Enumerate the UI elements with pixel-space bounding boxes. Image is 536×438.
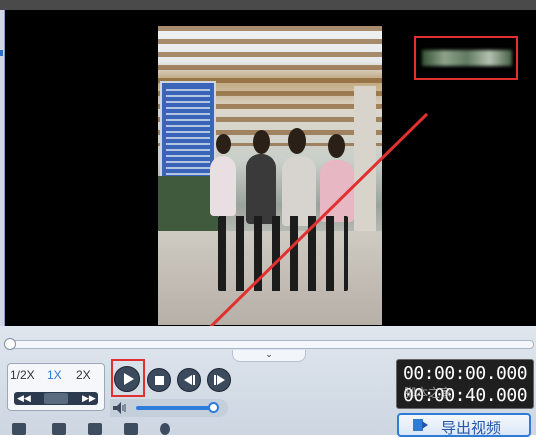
volume-icon[interactable] bbox=[113, 402, 129, 414]
previous-frame-button[interactable] bbox=[177, 368, 201, 392]
speed-slider[interactable]: ◀◀ ▶▶ bbox=[14, 392, 98, 405]
panel-marker bbox=[0, 50, 3, 56]
current-time: 00:00:00.000 bbox=[403, 363, 528, 384]
speed-slider-knob[interactable] bbox=[44, 393, 68, 404]
speed-half[interactable]: 1/2X bbox=[10, 368, 35, 382]
export-icon bbox=[413, 419, 428, 431]
export-video-button[interactable]: 导出视频 bbox=[397, 413, 531, 437]
speed-double[interactable]: 2X bbox=[76, 368, 91, 382]
blurred-watermark bbox=[422, 50, 512, 66]
seek-handle[interactable] bbox=[4, 338, 16, 350]
legs bbox=[218, 216, 348, 291]
crop-icon[interactable] bbox=[124, 423, 138, 435]
stop-button[interactable] bbox=[147, 368, 171, 392]
video-frame bbox=[158, 26, 382, 325]
next-frame-button[interactable] bbox=[207, 368, 231, 392]
folder-icon[interactable] bbox=[52, 423, 66, 435]
collapse-toggle[interactable]: ⌄ bbox=[232, 350, 306, 362]
person-1 bbox=[210, 156, 236, 216]
speed-control: 1/2X 1X 2X ◀◀ ▶▶ bbox=[7, 363, 105, 411]
watermark-highlight bbox=[414, 36, 518, 80]
person-4 bbox=[320, 160, 354, 222]
fast-forward-icon[interactable]: ▶▶ bbox=[82, 392, 96, 405]
title-bar bbox=[0, 0, 536, 10]
save-icon[interactable] bbox=[88, 423, 102, 435]
site-watermark: 脚本之家 bbox=[404, 386, 453, 400]
seek-bar[interactable] bbox=[6, 340, 534, 349]
volume-slider[interactable] bbox=[136, 406, 214, 410]
person-2 bbox=[246, 154, 276, 224]
volume-knob[interactable] bbox=[208, 402, 219, 413]
film-icon[interactable] bbox=[12, 423, 26, 435]
play-button[interactable] bbox=[114, 366, 140, 392]
share-icon[interactable] bbox=[160, 423, 170, 435]
speed-normal[interactable]: 1X bbox=[47, 368, 62, 382]
rewind-icon[interactable]: ◀◀ bbox=[17, 392, 31, 405]
